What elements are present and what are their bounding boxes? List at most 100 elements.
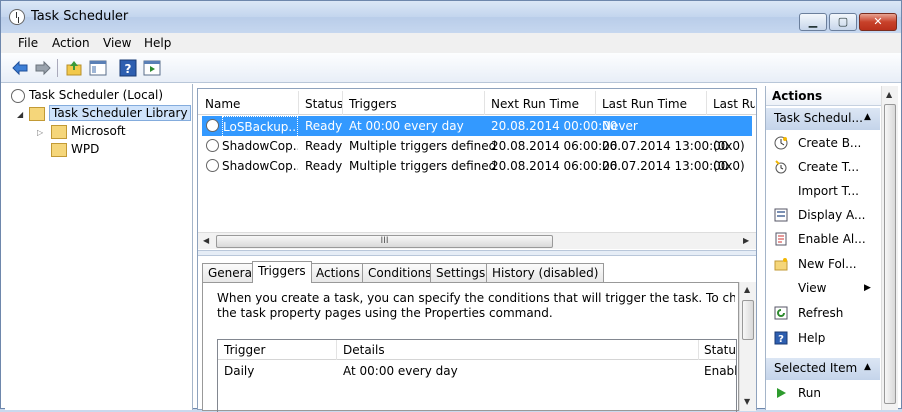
action-label: Enable Al... (798, 232, 866, 246)
scrollbar-thumb[interactable] (742, 300, 754, 340)
center-pane: Name Status Triggers Next Run Time Last … (197, 88, 757, 412)
tab-settings[interactable]: Settings (430, 263, 492, 283)
column-divider[interactable] (484, 91, 485, 115)
toolbar: ? (1, 53, 901, 83)
refresh-icon (774, 306, 788, 320)
tree-item-label: Microsoft (71, 124, 126, 138)
task-status: Ready (305, 159, 343, 173)
close-button[interactable]: ✕ (859, 13, 897, 31)
scroll-left-arrow-icon[interactable]: ◀ (203, 236, 209, 245)
column-divider[interactable] (342, 91, 343, 115)
column-header-last-run[interactable]: Last Run Time (602, 97, 687, 111)
task-row[interactable]: LoSBackup... Ready At 00:00 every day 20… (202, 116, 752, 138)
column-divider[interactable] (595, 91, 596, 115)
column-header-status[interactable]: Status (305, 97, 343, 111)
actions-pane: Actions Task Schedul... ▲ Create B... Cr… (765, 86, 882, 410)
task-list-horizontal-scrollbar[interactable]: ◀ III ▶ (198, 232, 756, 249)
tab-conditions[interactable]: Conditions (362, 263, 438, 283)
forward-arrow-icon[interactable] (34, 59, 52, 77)
scroll-up-arrow-icon[interactable]: ▲ (886, 90, 892, 99)
collapsed-triangle-icon[interactable]: ▷ (37, 124, 51, 142)
menu-file[interactable]: File (18, 36, 38, 50)
triggers-vertical-scrollbar[interactable]: ▲ ▼ (739, 282, 756, 411)
column-header-next-run[interactable]: Next Run Time (491, 97, 579, 111)
svg-text:?: ? (778, 334, 784, 345)
tab-actions[interactable]: Actions (310, 263, 366, 283)
maximize-button[interactable]: ▢ (829, 13, 857, 31)
column-header-details[interactable]: Details (343, 343, 385, 357)
column-divider[interactable] (336, 340, 337, 360)
display-running-icon (774, 208, 788, 222)
back-arrow-icon[interactable] (11, 59, 29, 77)
column-header-name[interactable]: Name (205, 97, 240, 111)
up-folder-icon[interactable] (65, 59, 83, 77)
column-divider[interactable] (706, 91, 707, 115)
toolbar-separator (57, 59, 58, 77)
task-scheduler-window: Task Scheduler ▁ ▢ ✕ File Action View He… (0, 0, 902, 412)
scroll-up-arrow-icon[interactable]: ▲ (744, 285, 750, 294)
task-list-header: Name Status Triggers Next Run Time Last … (198, 91, 756, 115)
tree-item-library[interactable]: ◢ Task Scheduler Library (17, 104, 191, 122)
tab-triggers[interactable]: Triggers (252, 261, 312, 283)
column-header-trigger[interactable]: Trigger (224, 343, 265, 357)
menu-action[interactable]: Action (52, 36, 90, 50)
help-icon[interactable]: ? (119, 59, 137, 77)
scrollbar-thumb[interactable]: III (216, 235, 553, 248)
tab-history[interactable]: History (disabled) (486, 263, 605, 283)
action-run[interactable]: Run (766, 382, 880, 404)
task-name: LoSBackup... (222, 116, 298, 138)
tree-item-microsoft[interactable]: ▷ Microsoft (37, 122, 126, 140)
actions-vertical-scrollbar[interactable]: ▲ (881, 86, 898, 410)
collapse-arrow-icon[interactable]: ▲ (864, 112, 871, 122)
task-triggers: Multiple triggers defined (349, 159, 497, 173)
action-refresh[interactable]: Refresh (766, 302, 880, 324)
action-view[interactable]: View ▶ (766, 277, 880, 299)
actions-section-selected-item[interactable]: Selected Item ▲ (766, 358, 880, 380)
menu-view[interactable]: View (103, 36, 131, 50)
action-display-running[interactable]: Display A... (766, 204, 880, 226)
run-play-icon (777, 388, 786, 398)
clock-icon (9, 9, 25, 25)
description-line: the task property pages using the Proper… (217, 306, 553, 320)
action-create-basic-task[interactable]: Create B... (766, 132, 880, 154)
trigger-status: Enable (704, 364, 736, 378)
collapse-arrow-icon[interactable]: ▲ (864, 362, 871, 372)
scroll-right-arrow-icon[interactable]: ▶ (743, 236, 749, 245)
action-create-task[interactable]: Create T... (766, 156, 880, 178)
triggers-description: When you create a task, you can specify … (217, 291, 735, 321)
action-help[interactable]: ? Help (766, 327, 880, 349)
task-row[interactable]: ShadowCop... Ready Multiple triggers def… (202, 136, 752, 156)
column-header-triggers[interactable]: Triggers (349, 97, 397, 111)
trigger-details: At 00:00 every day (343, 364, 458, 378)
column-divider[interactable] (698, 340, 699, 360)
enable-history-icon (775, 232, 787, 246)
description-line: When you create a task, you can specify … (217, 291, 735, 305)
action-label: Help (798, 331, 826, 345)
show-hide-console-tree-icon[interactable] (89, 59, 107, 77)
show-hide-action-pane-icon[interactable] (143, 59, 161, 77)
trigger-row[interactable]: Daily At 00:00 every day Enable (218, 362, 736, 382)
title-bar[interactable]: Task Scheduler ▁ ▢ ✕ (1, 1, 901, 33)
column-header-status[interactable]: Status (704, 343, 736, 357)
menu-help[interactable]: Help (144, 36, 171, 50)
window-title: Task Scheduler (31, 9, 129, 24)
minimize-button[interactable]: ▁ (799, 13, 827, 31)
action-import-task[interactable]: Import T... (766, 180, 880, 202)
actions-section-task-scheduler[interactable]: Task Schedul... ▲ (766, 108, 880, 130)
pane-splitter[interactable] (198, 250, 756, 256)
task-status: Ready (305, 119, 343, 133)
action-new-folder[interactable]: New Fol... (766, 253, 880, 275)
task-clock-icon (206, 139, 219, 152)
tree-item-wpd[interactable]: WPD (51, 140, 99, 158)
scroll-down-arrow-icon[interactable]: ▼ (744, 397, 750, 406)
action-label: Create T... (798, 160, 860, 174)
column-divider[interactable] (298, 91, 299, 115)
library-folder-icon (29, 106, 45, 121)
expanded-triangle-icon[interactable]: ◢ (17, 106, 29, 124)
task-row[interactable]: ShadowCop... Ready Multiple triggers def… (202, 156, 752, 176)
action-enable-history[interactable]: Enable Al... (766, 228, 880, 250)
scrollbar-thumb[interactable] (884, 104, 896, 404)
column-header-last-run-result[interactable]: Last Run (713, 97, 755, 111)
task-triggers: Multiple triggers defined (349, 139, 497, 153)
tree-item-root[interactable]: Task Scheduler (Local) (11, 86, 163, 104)
